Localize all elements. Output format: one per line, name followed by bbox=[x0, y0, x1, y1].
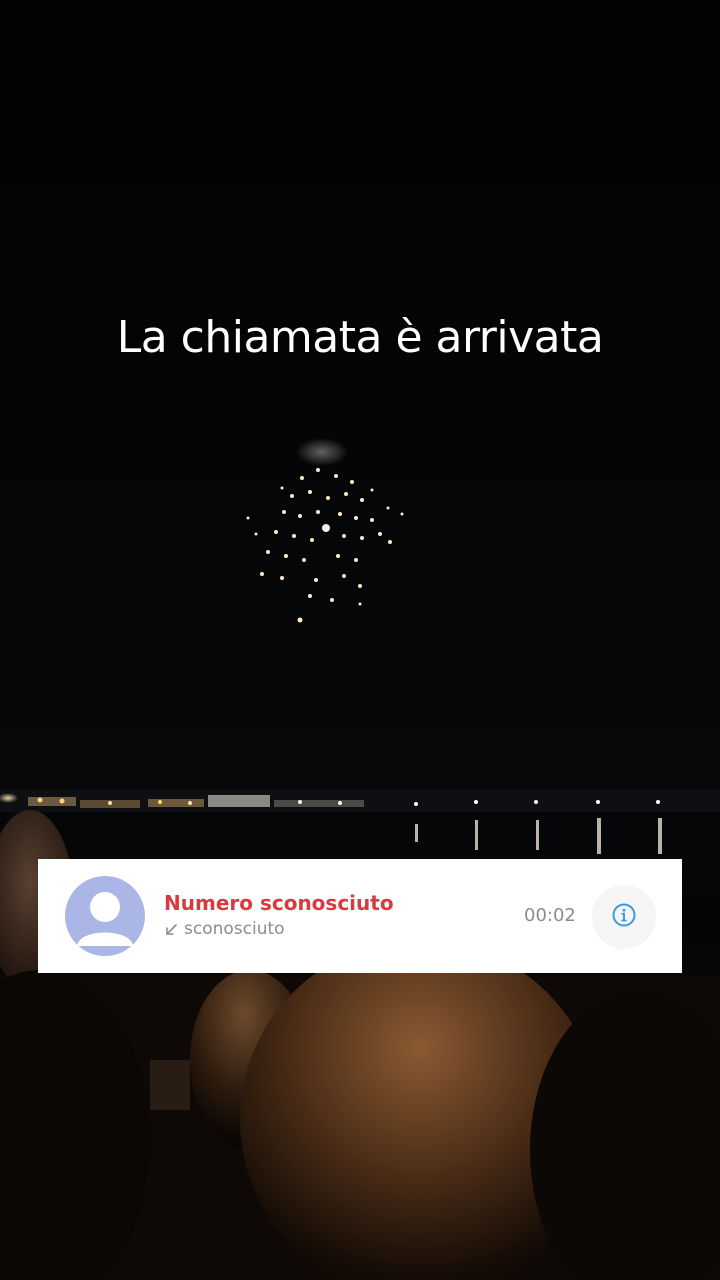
video-frame: La chiamata è arrivata Numero sconosciut… bbox=[0, 0, 720, 1280]
call-type-label: sconosciuto bbox=[184, 919, 285, 939]
info-button[interactable] bbox=[592, 885, 656, 949]
call-type-row: sconosciuto bbox=[164, 919, 285, 939]
night-fireworks-photo bbox=[0, 438, 720, 1280]
call-duration: 00:02 bbox=[524, 905, 576, 926]
caller-name: Numero sconosciuto bbox=[164, 891, 394, 915]
person-silhouette-icon bbox=[65, 876, 145, 956]
incoming-call-arrow-icon bbox=[164, 922, 178, 936]
info-icon bbox=[611, 902, 637, 933]
video-caption: La chiamata è arrivata bbox=[116, 312, 604, 363]
call-log-entry[interactable]: Numero sconosciuto sconosciuto 00:02 bbox=[38, 859, 682, 973]
firework-sparks bbox=[246, 468, 404, 623]
